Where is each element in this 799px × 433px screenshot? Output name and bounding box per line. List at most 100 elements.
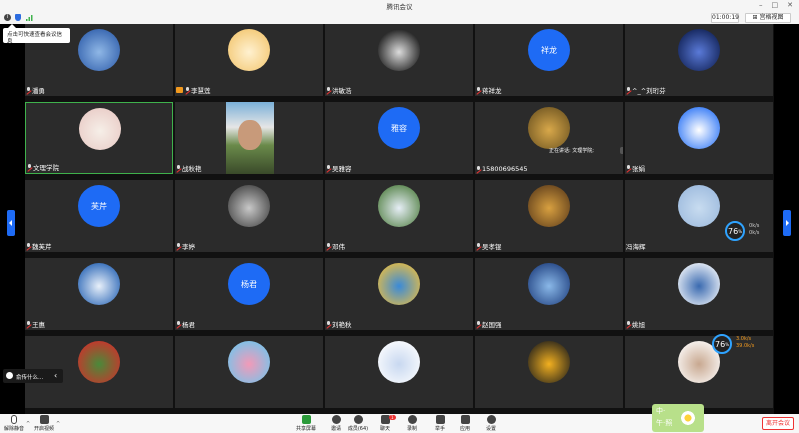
participant-tile[interactable]: 杨君 杨君 [175,258,323,330]
participant-tile[interactable] [475,336,623,408]
user-icon [6,372,13,379]
participant-tile[interactable]: 战秋艳 [175,102,323,174]
close-icon[interactable]: ✕ [787,1,793,9]
participant-tile[interactable] [175,336,323,408]
mute-button[interactable]: 解除静音 [2,415,26,433]
participant-tile[interactable]: 姚旭 [625,258,773,330]
prev-page-button[interactable] [7,210,15,236]
speaker-bar[interactable]: 俞传什么... ‹ [3,369,63,383]
avatar [78,263,120,305]
participant-name-label: 刘艳秋 [332,321,352,329]
minimize-icon[interactable]: – [759,1,763,9]
share-screen-icon [301,415,311,424]
participant-name-label: 杨君 [182,321,195,329]
participant-tile[interactable]: 吴孝锟 [475,180,623,252]
signal-icon[interactable] [26,14,33,21]
chat-button[interactable]: 1 聊天 [373,415,397,433]
participant-tile[interactable]: ^_^刘珩芬 [625,24,773,96]
participant-tile[interactable]: 洪敏浩 [325,24,473,96]
microphone-muted-icon [626,321,631,327]
participant-tile[interactable]: 祥龙蒋祥龙 [475,24,623,96]
avatar [528,263,570,305]
avatar [378,29,420,71]
participant-tile[interactable]: 邓伟 [325,180,473,252]
participant-name: 文理学院 [27,162,59,172]
avatar [528,185,570,227]
leave-meeting-button[interactable]: 离开会议 [762,417,794,430]
avatar: 祥龙 [528,29,570,71]
chevron-up-icon[interactable]: ^ [26,421,30,427]
next-page-button[interactable] [783,210,791,236]
microphone-muted-icon [176,321,181,327]
raise-hand-button[interactable]: 举手 [428,415,452,433]
participant-tile[interactable]: 正在讲话: 文理学院; 15800696545 [475,102,623,174]
microphone-muted-icon [11,415,17,424]
participant-tile[interactable]: 刘艳秋 [325,258,473,330]
avatar: 杨君 [228,263,270,305]
avatar [678,29,720,71]
meeting-header: i 01:00:19 ⊞ 宫格视图 [0,12,799,24]
participant-name: 李慧莲 [176,85,211,95]
participant-name: 15800696545 [476,165,528,173]
participant-tile[interactable]: 李婷 [175,180,323,252]
participant-tile[interactable]: 雅容 吴雅容 [325,102,473,174]
shield-icon[interactable] [15,14,21,21]
chevron-left-icon[interactable]: ‹ [54,371,57,380]
participant-name: 蒋祥龙 [476,85,502,95]
avatar [378,341,420,383]
blur-icon [620,147,623,154]
microphone-muted-icon [326,243,331,249]
window-titlebar: 腾讯会议 – □ ✕ [0,0,799,12]
chevron-up-icon[interactable]: ^ [56,421,60,427]
microphone-muted-icon [326,165,331,171]
participant-video [226,102,274,174]
invite-button[interactable]: 邀请 [324,415,348,433]
microphone-muted-icon [476,321,481,327]
meeting-info-tooltip: 点击可快速查看会议信息 [3,24,70,45]
microphone-muted-icon [476,87,481,93]
share-screen-button[interactable]: 共享屏幕 [294,415,318,433]
participant-name: 吴孝锟 [476,241,502,251]
settings-button[interactable]: 设置 [479,415,503,433]
participant-name: 李婷 [176,241,195,251]
network-stats: 3.0k/s 39.0k/s [736,336,755,349]
microphone-muted-icon [185,87,190,93]
record-button[interactable]: 录制 [400,415,424,433]
participant-tile[interactable]: 李慧莲 [175,24,323,96]
grid-view-button[interactable]: ⊞ 宫格视图 [745,13,791,23]
sticker-image: 中· 午·照 [652,404,704,432]
participant-name-label: 蒋祥龙 [482,87,502,95]
apps-button[interactable]: 应用 [453,415,477,433]
avatar [528,107,570,149]
camera-off-icon [39,415,49,424]
participant-name: 赵国强 [476,319,502,329]
participant-name: 魏芙芹 [26,241,52,251]
participant-tile[interactable]: 文理学院 [25,102,173,174]
microphone-muted-icon [176,243,181,249]
microphone-muted-icon [626,165,631,171]
microphone-muted-icon [476,166,481,172]
microphone-muted-icon [326,87,331,93]
info-icon[interactable]: i [4,14,11,21]
participant-name-label: 洪敏浩 [332,87,352,95]
microphone-muted-icon [326,321,331,327]
participant-name-label: 魏芙芹 [32,243,52,251]
microphone-muted-icon [176,165,181,171]
invite-user-icon [331,415,341,424]
maximize-icon[interactable]: □ [772,1,779,9]
speaker-bar-text: 俞传什么... [16,375,44,381]
video-button[interactable]: 开启视频 [32,415,56,433]
avatar [678,263,720,305]
participant-tile[interactable] [325,336,473,408]
network-quality-circle: 76% [725,221,745,241]
network-indicator: 76% 0k/s 0k/s [725,221,771,243]
avatar [78,29,120,71]
members-icon [353,415,363,424]
participant-tile[interactable]: 芙芹 魏芙芹 [25,180,173,252]
members-button[interactable]: 成员(64) [346,415,370,433]
microphone-muted-icon [626,87,631,93]
participant-tile[interactable]: 张娟 [625,102,773,174]
avatar [228,29,270,71]
participant-tile[interactable]: 王惠 [25,258,173,330]
participant-tile[interactable]: 赵国强 [475,258,623,330]
